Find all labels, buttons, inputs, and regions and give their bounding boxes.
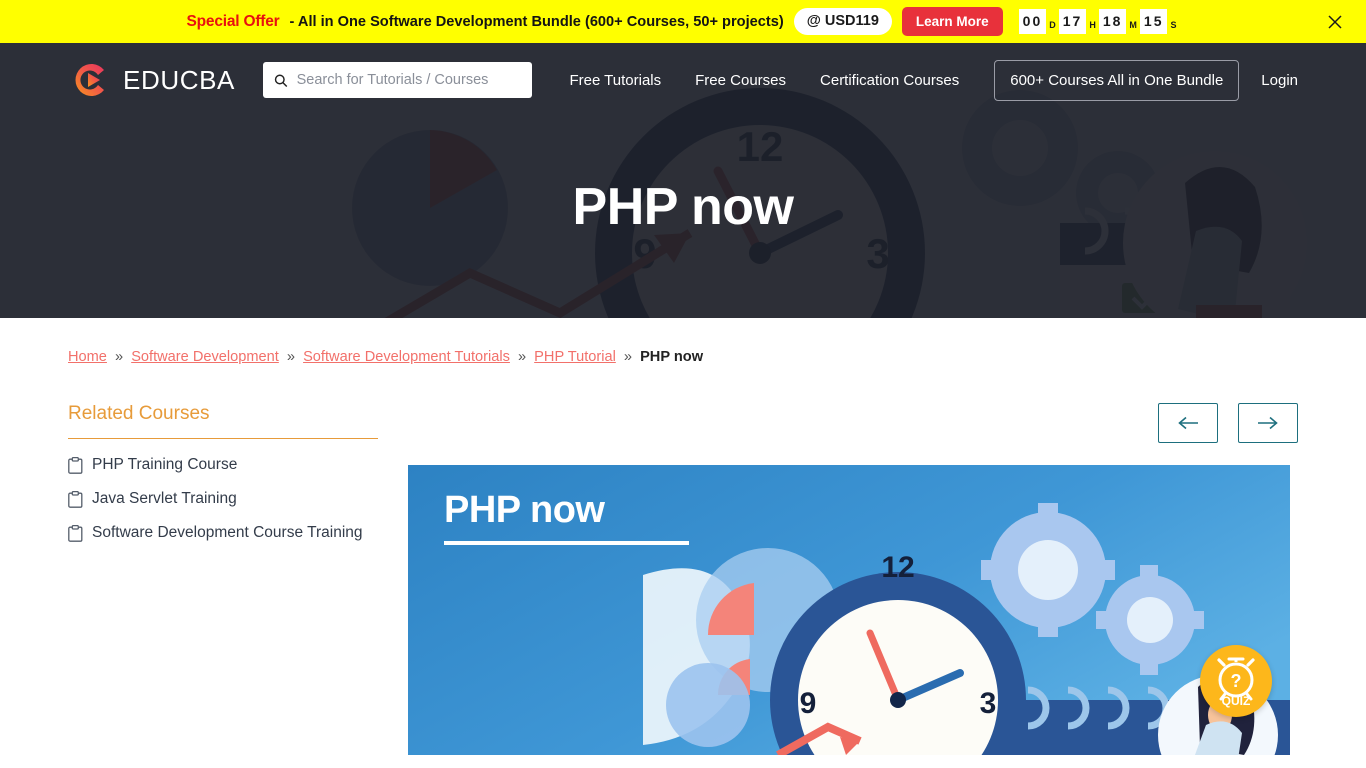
breadcrumb-separator: » <box>517 349 527 365</box>
arrow-left-icon <box>1178 416 1198 430</box>
article-image-title: PHP now <box>444 489 605 531</box>
clipboard-icon <box>68 457 83 474</box>
breadcrumb-separator: » <box>286 349 296 365</box>
all-in-one-bundle-button[interactable]: 600+ Courses All in One Bundle <box>994 59 1240 101</box>
nav-link-free-tutorials[interactable]: Free Tutorials <box>552 72 678 89</box>
search-icon <box>274 73 288 87</box>
content-area: Related Courses PHP Training Course Java… <box>0 403 1366 755</box>
quiz-badge[interactable]: ? QUIZ <box>1200 645 1272 717</box>
promo-banner: Special Offer - All in One Software Deve… <box>0 0 1366 43</box>
educba-logo-icon <box>75 64 104 96</box>
sidebar-item-label: PHP Training Course <box>92 456 238 473</box>
svg-text:3: 3 <box>980 687 997 720</box>
svg-text:9: 9 <box>800 687 817 720</box>
related-courses-heading: Related Courses <box>68 403 378 439</box>
learn-more-button[interactable]: Learn More <box>901 7 1003 36</box>
promo-price-pill: @ USD119 <box>793 8 892 35</box>
breadcrumb-item-php-tutorial[interactable]: PHP Tutorial <box>534 349 616 365</box>
article-nav-arrows <box>408 403 1298 443</box>
countdown-days: 00 <box>1018 9 1047 34</box>
breadcrumb-separator: » <box>115 349 124 365</box>
article-image-title-underline <box>444 541 689 545</box>
promo-description: - All in One Software Development Bundle… <box>289 13 784 30</box>
educba-logo-text: EDUCBA <box>123 64 235 95</box>
breadcrumb-item-current: PHP now <box>640 349 704 365</box>
sidebar-item-php-training-course[interactable]: PHP Training Course <box>68 455 368 476</box>
login-link[interactable]: Login <box>1261 72 1298 89</box>
search-bar[interactable] <box>262 62 533 98</box>
countdown-hours-unit: H <box>1089 20 1096 30</box>
svg-text:?: ? <box>1231 671 1242 691</box>
nav-links-group: Free Tutorials Free Courses Certificatio… <box>552 72 976 89</box>
hero-section: 12 9 3 6 <box>0 43 1366 318</box>
sidebar: Related Courses PHP Training Course Java… <box>68 403 408 755</box>
sidebar-item-software-development-course-training[interactable]: Software Development Course Training <box>68 523 368 544</box>
countdown-seconds: 15 <box>1139 9 1168 34</box>
main-navigation: EDUCBA Free Tutorials Free Courses Certi… <box>0 49 1366 111</box>
article-featured-image: 12 9 3 PHP now ? QUIZ <box>408 465 1290 755</box>
breadcrumb-separator: » <box>623 349 633 365</box>
svg-text:12: 12 <box>881 551 914 584</box>
arrow-right-icon <box>1258 416 1278 430</box>
main-column: 12 9 3 PHP now ? QUIZ <box>408 403 1298 755</box>
alarm-question-icon: ? QUIZ <box>1217 657 1255 708</box>
next-article-button[interactable] <box>1238 403 1298 443</box>
nav-link-free-courses[interactable]: Free Courses <box>678 72 803 89</box>
clipboard-icon <box>68 490 83 508</box>
countdown-days-unit: D <box>1049 20 1056 30</box>
promo-special-label: Special Offer <box>186 12 280 30</box>
countdown-hours: 17 <box>1058 9 1087 34</box>
breadcrumb-item-software-development[interactable]: Software Development <box>131 349 279 365</box>
sidebar-item-label: Software Development Course Training <box>92 523 363 541</box>
breadcrumb-item-software-development-tutorials[interactable]: Software Development Tutorials <box>303 349 510 365</box>
previous-article-button[interactable] <box>1158 403 1218 443</box>
breadcrumb: Home » Software Development » Software D… <box>0 318 1366 365</box>
countdown-timer: 00 D 17 H 18 M 15 S <box>1018 9 1180 34</box>
countdown-minutes: 18 <box>1098 9 1127 34</box>
svg-text:QUIZ: QUIZ <box>1222 694 1251 708</box>
search-input[interactable] <box>296 72 522 88</box>
close-icon[interactable] <box>1324 11 1346 33</box>
nav-link-certification-courses[interactable]: Certification Courses <box>803 72 976 89</box>
countdown-minutes-unit: M <box>1129 20 1137 30</box>
breadcrumb-item-home[interactable]: Home <box>68 349 107 365</box>
educba-logo[interactable]: EDUCBA <box>68 58 235 102</box>
clipboard-icon <box>68 524 83 542</box>
related-courses-list: PHP Training Course Java Servlet Trainin… <box>68 455 408 544</box>
sidebar-item-java-servlet-training[interactable]: Java Servlet Training <box>68 489 368 510</box>
page-title: PHP now <box>572 178 794 236</box>
countdown-seconds-unit: S <box>1170 20 1177 30</box>
sidebar-item-label: Java Servlet Training <box>92 489 237 507</box>
